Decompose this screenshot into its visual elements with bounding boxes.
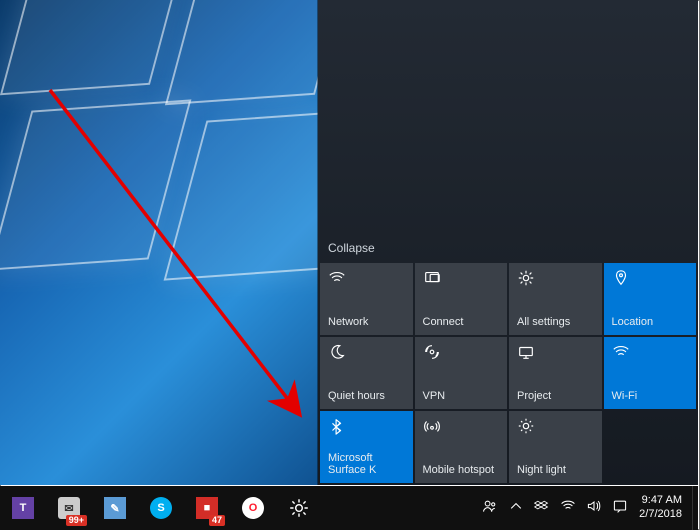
tray-notif[interactable] <box>607 486 633 530</box>
wifi-icon <box>328 269 346 287</box>
taskbar-app-onenote[interactable]: ✎ <box>92 486 138 530</box>
cast-icon <box>423 269 441 287</box>
desktop-wallpaper: Collapse Network Connect All settings Locat… <box>0 0 698 485</box>
tile-night[interactable]: Night light <box>509 411 602 483</box>
taskbar-app-lastpass[interactable]: ■47 <box>184 486 230 530</box>
tile-label: Wi-Fi <box>612 390 691 403</box>
gear-icon <box>517 269 535 287</box>
tile-label: VPN <box>423 390 502 403</box>
vpn-icon <box>423 343 441 361</box>
tile-label: Project <box>517 390 596 403</box>
tile-vpn[interactable]: VPN <box>415 337 508 409</box>
tile-label: Network <box>328 316 407 329</box>
tray-wifi[interactable] <box>555 486 581 530</box>
wifi-icon <box>560 498 576 519</box>
tile-settings[interactable]: All settings <box>509 263 602 335</box>
tile-network[interactable]: Network <box>320 263 413 335</box>
tile-project[interactable]: Project <box>509 337 602 409</box>
bluetooth-icon <box>328 417 346 435</box>
taskbar-clock[interactable]: 9:47 AM 2/7/2018 <box>633 494 692 522</box>
tile-bt[interactable]: Microsoft Surface K <box>320 411 413 483</box>
show-desktop-button[interactable] <box>692 486 698 530</box>
tray-people[interactable] <box>477 486 503 530</box>
tile-label: Mobile hotspot <box>423 464 502 477</box>
tile-label: Microsoft Surface K <box>328 452 407 477</box>
volume-icon <box>586 498 602 519</box>
badge: 47 <box>209 515 225 526</box>
taskbar-app-msgs[interactable]: ✉99+ <box>46 486 92 530</box>
tray-chevron[interactable] <box>503 486 529 530</box>
project-icon <box>517 343 535 361</box>
taskbar: T✉99+✎S■47O 9:47 AM 2/7/2018 <box>0 486 698 530</box>
quick-action-tiles: Network Connect All settings Location Quiet … <box>318 263 698 485</box>
clock-date: 2/7/2018 <box>639 508 682 522</box>
wifi-icon <box>612 343 630 361</box>
tile-label: All settings <box>517 316 596 329</box>
moon-icon <box>328 343 346 361</box>
taskbar-app-skype[interactable]: S <box>138 486 184 530</box>
wallpaper-pane <box>0 0 190 95</box>
tile-wifi[interactable]: Wi-Fi <box>604 337 697 409</box>
location-icon <box>612 269 630 287</box>
notif-icon <box>612 498 628 519</box>
tray-dropbox[interactable] <box>529 486 555 530</box>
collapse-button[interactable]: Collapse <box>318 235 698 263</box>
tile-hotspot[interactable]: Mobile hotspot <box>415 411 508 483</box>
tray-volume[interactable] <box>581 486 607 530</box>
people-icon <box>482 498 498 519</box>
taskbar-app-twitch[interactable]: T <box>0 486 46 530</box>
action-center-panel: Collapse Network Connect All settings Locat… <box>318 0 698 485</box>
hotspot-icon <box>423 417 441 435</box>
tile-location[interactable]: Location <box>604 263 697 335</box>
tile-label: Connect <box>423 316 502 329</box>
chevron-up-icon <box>508 498 524 519</box>
tile-label: Quiet hours <box>328 390 407 403</box>
tile-quiet[interactable]: Quiet hours <box>320 337 413 409</box>
taskbar-apps: T✉99+✎S■47O <box>0 486 322 530</box>
dropbox-icon <box>534 498 550 519</box>
action-center-notifications-area <box>318 0 698 235</box>
taskbar-app-settings[interactable] <box>276 486 322 530</box>
tile-label: Location <box>612 316 691 329</box>
tile-connect[interactable]: Connect <box>415 263 508 335</box>
taskbar-app-opera[interactable]: O <box>230 486 276 530</box>
tile-label: Night light <box>517 464 596 477</box>
badge: 99+ <box>66 515 87 526</box>
system-tray <box>477 486 633 530</box>
brightness-icon <box>517 417 535 435</box>
clock-time: 9:47 AM <box>639 494 682 508</box>
wallpaper-pane <box>0 99 191 270</box>
